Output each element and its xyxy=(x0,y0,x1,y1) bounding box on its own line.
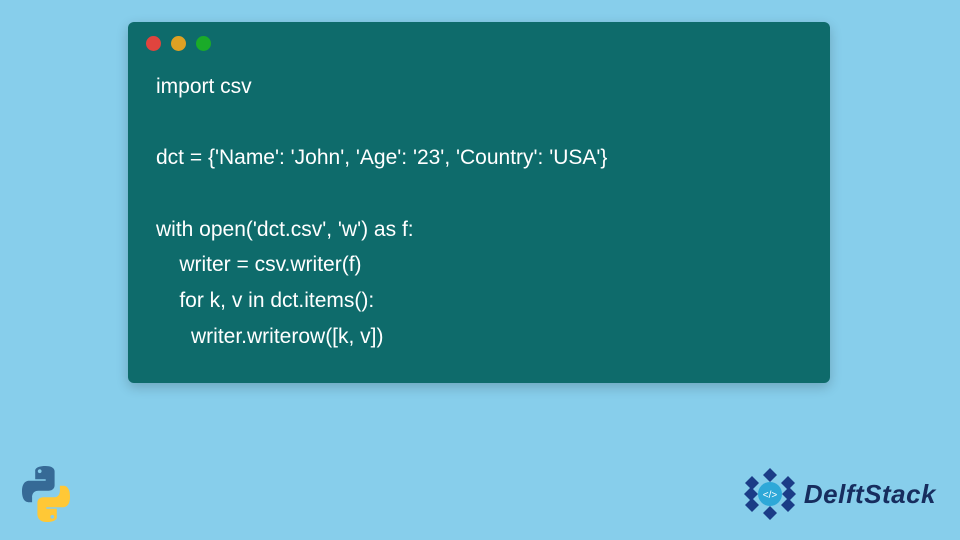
code-content: import csv dct = {'Name': 'John', 'Age':… xyxy=(128,59,830,383)
window-controls xyxy=(128,22,830,59)
code-line: writer.writerow([k, v]) xyxy=(156,325,384,348)
window-close-icon xyxy=(146,36,161,51)
brand-name: DelftStack xyxy=(804,479,936,510)
window-minimize-icon xyxy=(171,36,186,51)
svg-text:</>: </> xyxy=(763,490,778,501)
code-line: writer = csv.writer(f) xyxy=(156,253,362,276)
window-maximize-icon xyxy=(196,36,211,51)
delftstack-logo-icon: </> xyxy=(742,466,798,522)
python-logo-icon xyxy=(14,462,78,526)
code-line: import csv xyxy=(156,75,252,98)
delftstack-brand: </> DelftStack xyxy=(742,466,936,522)
code-line: dct = {'Name': 'John', 'Age': '23', 'Cou… xyxy=(156,146,607,169)
code-line: for k, v in dct.items(): xyxy=(156,289,374,312)
code-line: with open('dct.csv', 'w') as f: xyxy=(156,218,414,241)
code-window: import csv dct = {'Name': 'John', 'Age':… xyxy=(128,22,830,383)
